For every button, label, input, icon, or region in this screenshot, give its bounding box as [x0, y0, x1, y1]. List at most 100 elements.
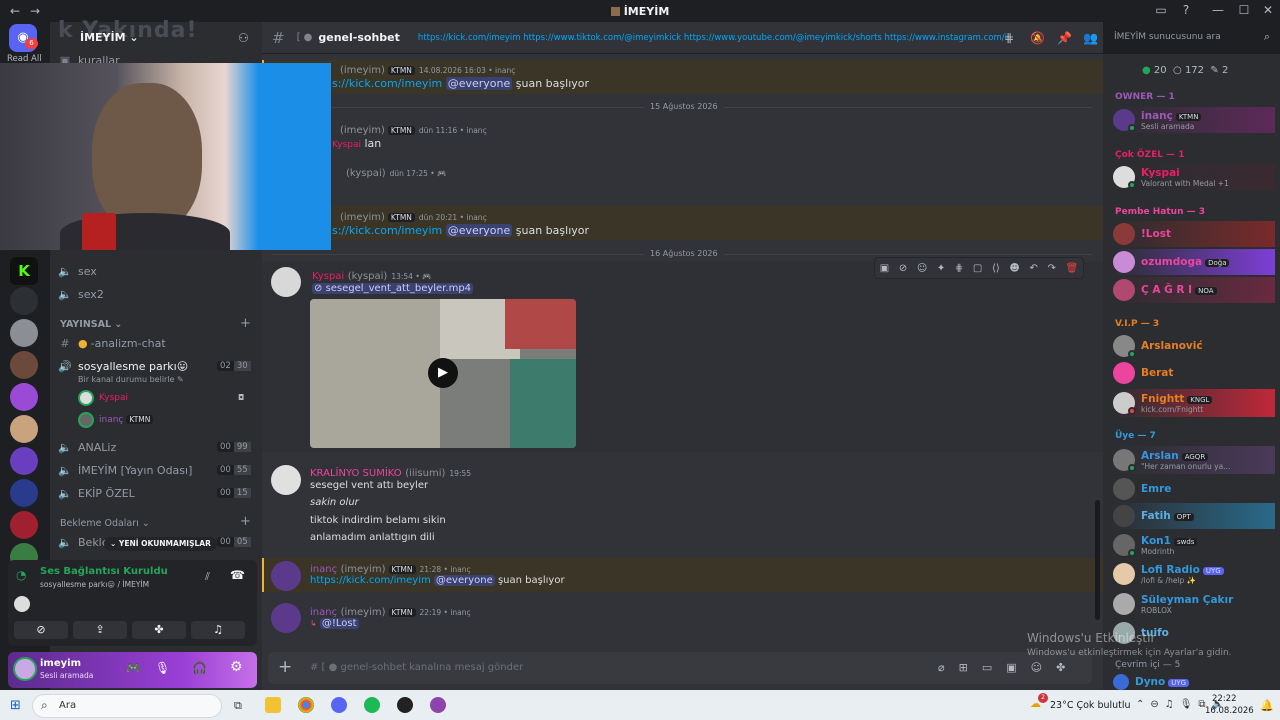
member-item[interactable]: Fatih OPT	[1113, 503, 1275, 529]
add-channel-icon[interactable]: +	[240, 316, 251, 331]
mute-icon[interactable]: ⌀	[938, 661, 959, 674]
member-item[interactable]: Kyspai Valorant with Medal +1	[1113, 164, 1275, 190]
channel-sosyallesme[interactable]: 🔊 sosyallesme parkı😛	[58, 356, 188, 376]
channel-title[interactable]: genel-sohbet	[318, 31, 400, 44]
member-list-icon[interactable]: 👥	[1083, 31, 1098, 45]
pin-icon[interactable]: ✦	[937, 263, 945, 274]
pin-icon[interactable]: 📌	[1057, 31, 1072, 45]
channel-bekle[interactable]: 🔈 Bekle	[58, 532, 108, 552]
message-author[interactable]: KRALİNYO SUMİKO	[310, 468, 402, 479]
spotify-icon[interactable]	[364, 697, 380, 713]
notifications-bell-icon[interactable]: 🔔	[1260, 699, 1274, 712]
member-item[interactable]: Berat	[1113, 360, 1275, 386]
sticker-icon[interactable]: ▣	[1006, 661, 1030, 674]
code-icon[interactable]: ⟨⟩	[992, 263, 1000, 274]
headphones-icon[interactable]: 🎧	[192, 661, 207, 675]
app-icon[interactable]	[430, 697, 446, 713]
invite-icon[interactable]: ⚇	[238, 31, 249, 45]
member-item[interactable]: inanç KTMN Sesli aramada	[1113, 107, 1275, 133]
channel-sex[interactable]: 🔈 sex	[58, 261, 97, 281]
maximize-button[interactable]: ☐	[1234, 3, 1254, 17]
channel-yayin-odasi[interactable]: 🔈 İMEYİM [Yayın Odası]	[58, 460, 192, 480]
weather-text[interactable]: 23°C Çok bulutlu	[1050, 700, 1131, 711]
mention[interactable]: @everyone	[445, 77, 513, 90]
discord-taskbar-icon[interactable]	[331, 697, 347, 713]
mention[interactable]: @!Lost	[319, 618, 359, 629]
server-icon[interactable]	[10, 287, 38, 315]
user-name[interactable]: imeyim	[40, 658, 81, 669]
mention[interactable]: @everyone	[445, 224, 513, 237]
avatar[interactable]	[271, 267, 301, 297]
message-author[interactable]: Kyspai	[312, 271, 344, 282]
member-item[interactable]: Lofi Radio UYG/lofi & /help ✨	[1113, 561, 1275, 587]
member-item[interactable]: Ç A Ğ R I NOA	[1113, 277, 1275, 303]
taskbar-time[interactable]: 22:22	[1212, 694, 1237, 704]
windows-start-icon[interactable]: ⊞	[10, 698, 21, 713]
unread-pill[interactable]: ⌄ YENİ OKUNMAMIŞLAR	[104, 537, 217, 551]
play-icon[interactable]: ▶	[428, 358, 458, 388]
voice-user-kyspai[interactable]: Kyspai	[99, 393, 128, 403]
message-link[interactable]: https://kick.com/imeyim	[310, 575, 431, 586]
member-item[interactable]: Emre	[1113, 476, 1275, 502]
server-icon[interactable]	[10, 415, 38, 443]
chat-scrollbar[interactable]	[1095, 500, 1100, 620]
app-icon[interactable]: ▣	[880, 263, 889, 274]
obs-icon[interactable]	[397, 697, 413, 713]
server-icon[interactable]	[10, 447, 38, 475]
forward-icon[interactable]: ↷	[1047, 263, 1055, 274]
mention[interactable]: @everyone	[433, 575, 495, 586]
avatar[interactable]	[271, 465, 301, 495]
chrome-icon[interactable]	[298, 697, 314, 713]
member-item[interactable]: Arslan AGQR "Her zaman onurlu ya...	[1113, 447, 1275, 473]
server-icon[interactable]	[10, 383, 38, 411]
channel-ekip-ozel[interactable]: 🔈 EKİP ÖZEL	[58, 483, 135, 503]
message-link[interactable]: s://kick.com/imeyim	[332, 77, 442, 90]
channel-status[interactable]: Bir kanal durumu belirle ✎	[78, 375, 184, 384]
emoji-icon[interactable]: ☻	[1009, 263, 1019, 274]
category-bekleme[interactable]: Bekleme Odaları ⌄	[60, 518, 150, 529]
message-author[interactable]: inanç	[310, 564, 337, 575]
video-player[interactable]: ▶	[310, 299, 576, 448]
gamepad-icon[interactable]: 🎮	[126, 661, 141, 675]
delete-icon[interactable]: 🗑	[1065, 263, 1078, 274]
inbox-icon[interactable]: ▭	[1151, 3, 1171, 17]
settings-gear-icon[interactable]: ⚙	[230, 659, 243, 675]
attachment-name[interactable]: ⊘ sesegel_vent_att_beyler.mp4	[312, 283, 474, 294]
disconnect-icon[interactable]: ☎	[230, 568, 245, 582]
message-author[interactable]: (imeyim)	[340, 65, 385, 76]
reply-mention[interactable]: Kyspai	[332, 140, 361, 150]
message-author[interactable]: (kyspai)	[346, 168, 386, 179]
apps-icon[interactable]: ✤	[1056, 661, 1079, 674]
add-channel-icon[interactable]: +	[240, 514, 251, 529]
camera-off-button[interactable]: ⊘	[14, 621, 68, 639]
server-name[interactable]: İMEYİM ⌄	[80, 31, 139, 44]
server-icon[interactable]	[10, 511, 38, 539]
member-item[interactable]: Dyno UYG	[1113, 674, 1275, 690]
member-item[interactable]: Süleyman Çakır ROBLOX	[1113, 591, 1275, 617]
category-yayinsal[interactable]: YAYINSAL ⌄	[60, 319, 122, 330]
server-icon[interactable]	[10, 319, 38, 347]
avatar[interactable]	[13, 657, 37, 681]
server-icon[interactable]	[10, 351, 38, 379]
composer-input[interactable]: # [ ● genel-sohbet kanalına mesaj gönder	[310, 662, 523, 673]
avatar[interactable]	[271, 561, 301, 591]
kick-server-icon[interactable]: K	[10, 257, 38, 285]
channel-topic[interactable]: https://kick.com/imeyim https://www.tikt…	[418, 33, 1008, 43]
threads-icon[interactable]: ⋕	[1004, 31, 1014, 45]
close-button[interactable]: ✕	[1258, 3, 1278, 17]
add-reaction-icon[interactable]: ☺	[917, 263, 927, 274]
message-link[interactable]: s://kick.com/imeyim	[332, 224, 442, 237]
add-attachment-icon[interactable]: +	[278, 657, 292, 677]
gif-icon[interactable]: ▭	[982, 661, 1006, 674]
help-icon[interactable]: ?	[1176, 3, 1196, 17]
member-item[interactable]: Kon1 swds Modrinth	[1113, 532, 1275, 558]
link-icon[interactable]: ⊘	[899, 263, 907, 274]
thread-icon[interactable]: ⋕	[955, 263, 963, 274]
voice-user-inanc[interactable]: inanç KTMN	[99, 415, 154, 425]
minimize-button[interactable]: —	[1208, 3, 1228, 17]
member-item[interactable]: Arslanović	[1113, 333, 1275, 359]
avatar[interactable]	[271, 603, 301, 633]
member-item[interactable]: !Lost	[1113, 221, 1275, 247]
channel-analiz[interactable]: 🔈 ANALiz	[58, 437, 116, 457]
server-icon[interactable]	[10, 479, 38, 507]
